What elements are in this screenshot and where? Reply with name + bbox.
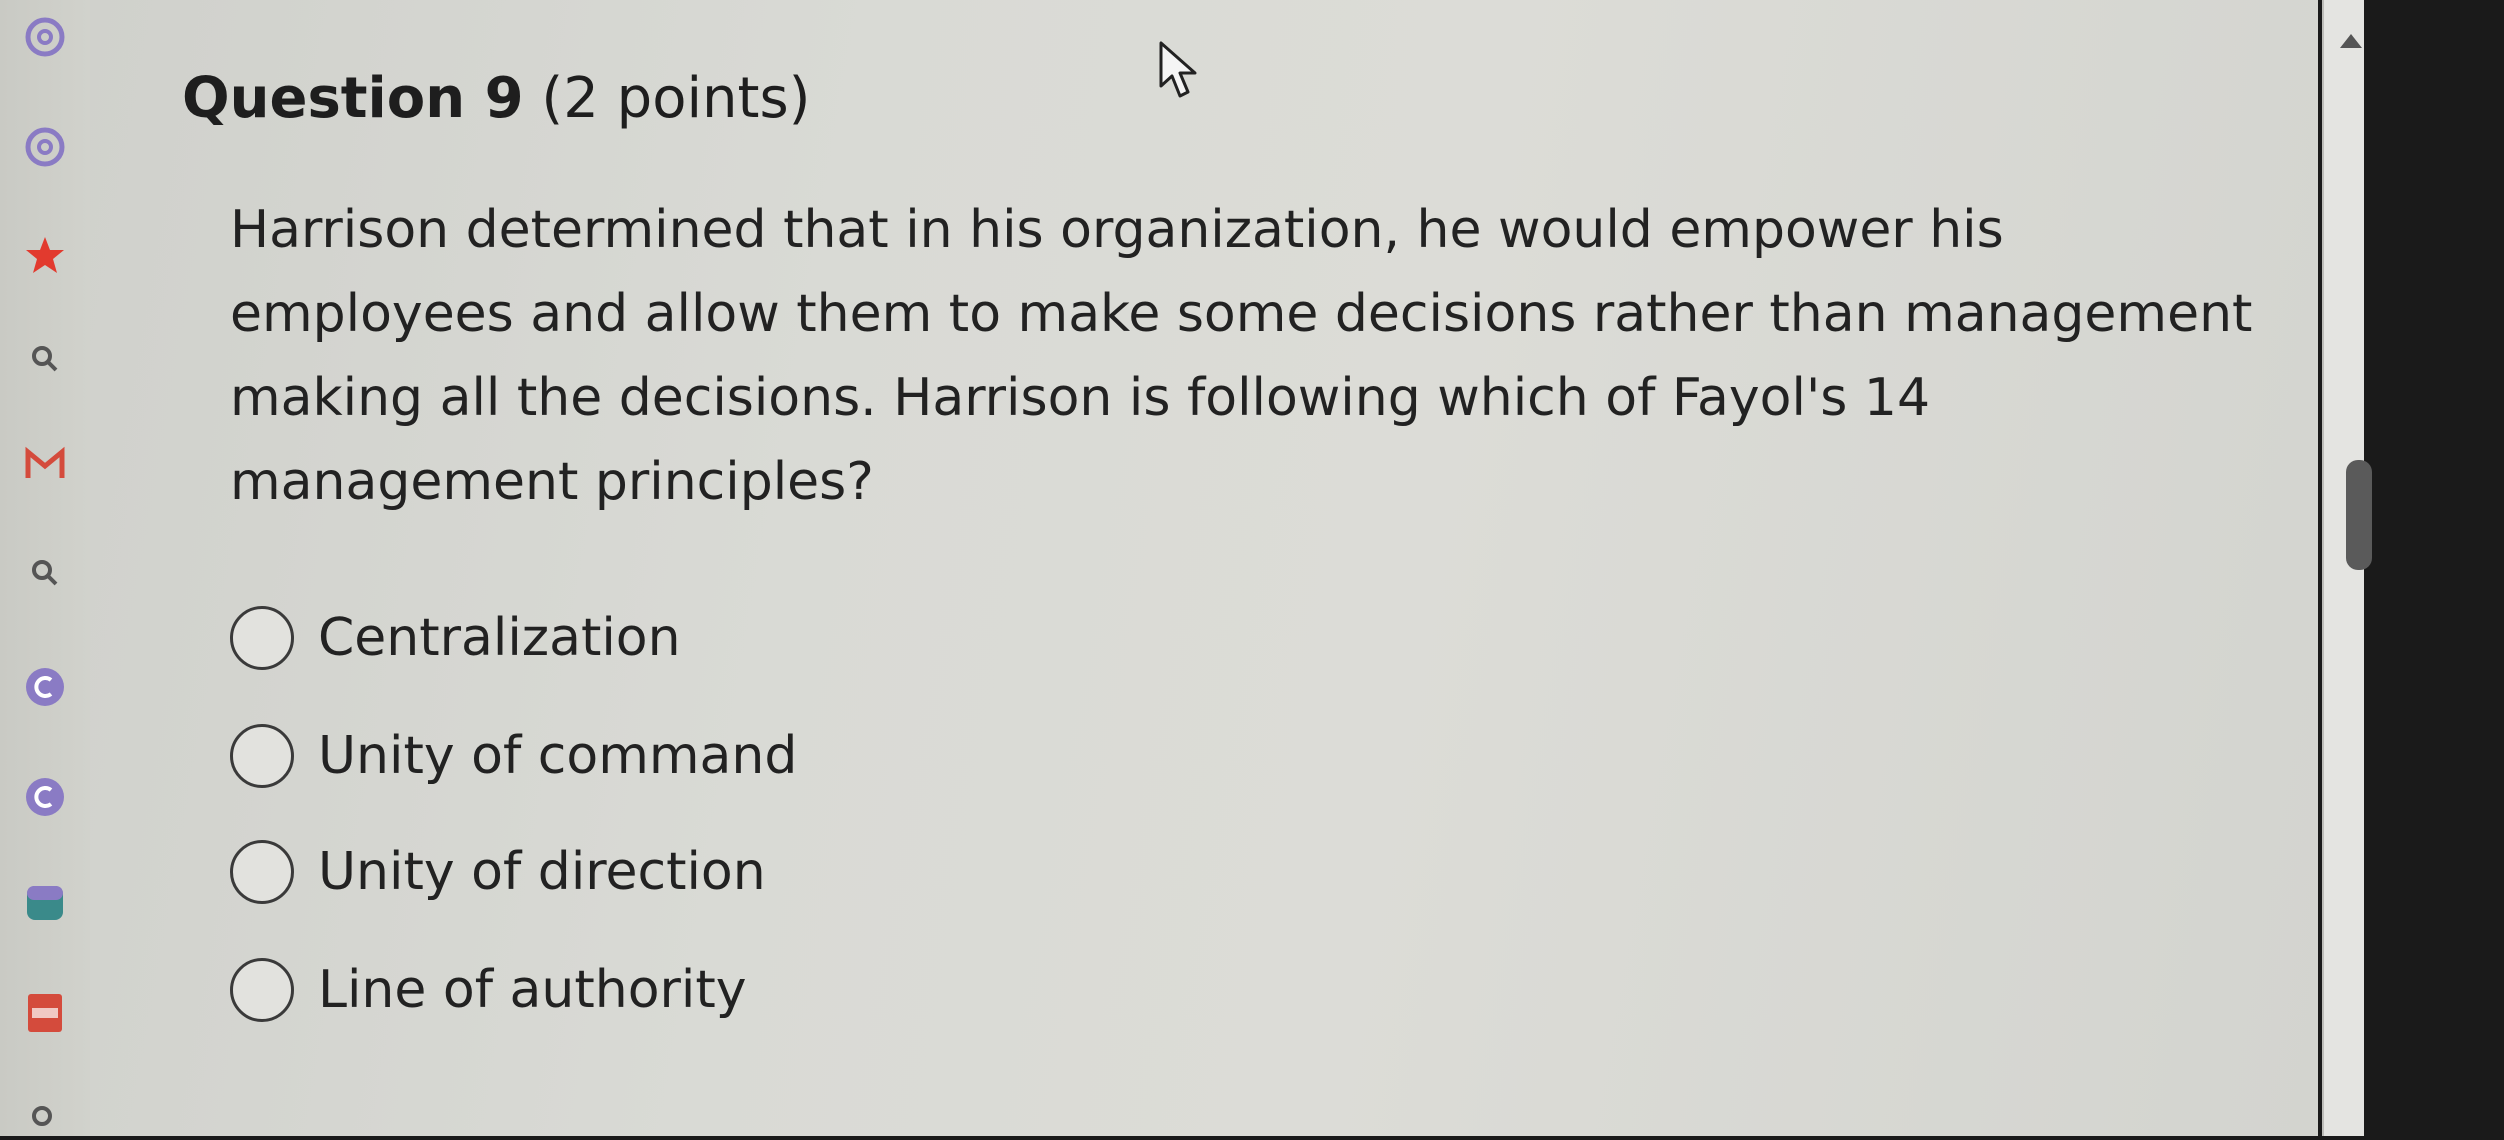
- scroll-up-arrow-icon[interactable]: [2340, 34, 2362, 48]
- question-number: Question 9: [182, 66, 524, 131]
- c-circle-icon[interactable]: [24, 666, 66, 708]
- option-centralization[interactable]: Centralization: [230, 598, 681, 678]
- gmail-icon[interactable]: [24, 444, 66, 486]
- radio-button[interactable]: [230, 958, 294, 1022]
- database-icon[interactable]: [24, 882, 66, 924]
- quiz-content: Question 9 (2 points) Harrison determine…: [90, 0, 2372, 1136]
- at-icon[interactable]: [24, 16, 66, 58]
- option-unity-of-command[interactable]: Unity of command: [230, 716, 797, 796]
- question-heading: Question 9 (2 points): [182, 66, 811, 131]
- question-text: Harrison determined that in his organiza…: [230, 200, 2253, 512]
- radio-button[interactable]: [230, 606, 294, 670]
- option-label: Unity of command: [318, 726, 798, 786]
- star-icon[interactable]: [24, 234, 66, 276]
- pdf-icon[interactable]: [24, 992, 66, 1034]
- browser-viewport: Question 9 (2 points) Harrison determine…: [0, 0, 2372, 1136]
- option-line-of-authority[interactable]: Line of authority: [230, 950, 747, 1030]
- question-points: (2 points): [541, 66, 811, 131]
- radio-button[interactable]: [230, 840, 294, 904]
- option-unity-of-direction[interactable]: Unity of direction: [230, 832, 766, 912]
- radio-button[interactable]: [230, 724, 294, 788]
- option-label: Centralization: [318, 608, 681, 668]
- option-label: Line of authority: [318, 960, 747, 1020]
- c-circle-icon[interactable]: [24, 776, 66, 818]
- search-icon[interactable]: [24, 338, 66, 380]
- mouse-cursor-icon: [1158, 40, 1200, 104]
- search-icon[interactable]: [24, 552, 66, 594]
- search-icon[interactable]: [24, 1098, 66, 1140]
- option-label: Unity of direction: [318, 842, 766, 902]
- bookmarks-sidebar: [0, 0, 90, 1136]
- at-icon[interactable]: [24, 126, 66, 168]
- scrollbar-thumb[interactable]: [2346, 460, 2372, 570]
